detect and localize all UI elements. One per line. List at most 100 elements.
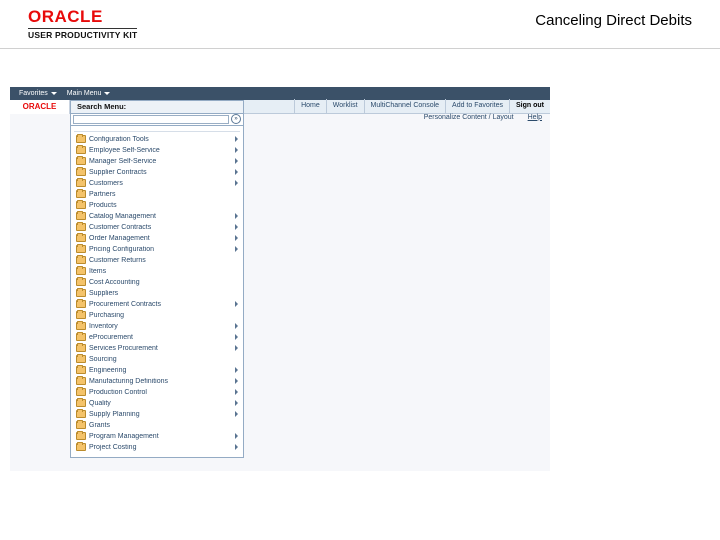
favorites-menu[interactable]: Favorites — [14, 90, 62, 97]
menu-item-label: Supplier Contracts — [89, 169, 232, 176]
folder-icon — [76, 410, 86, 418]
search-menu-label: Search Menu: — [77, 102, 126, 111]
menu-item-label: Project Costing — [89, 444, 232, 451]
submenu-arrow-icon — [235, 378, 238, 384]
submenu-arrow-icon — [235, 367, 238, 373]
menu-divider — [74, 131, 240, 132]
folder-icon — [76, 201, 86, 209]
submenu-arrow-icon — [235, 180, 238, 186]
menu-dropdown-header: Search Menu: — [70, 100, 244, 114]
menu-item[interactable]: Manufacturing Definitions — [74, 376, 240, 387]
menu-item-label: Program Management — [89, 433, 232, 440]
menu-item-label: Suppliers — [89, 290, 238, 297]
menu-search-input[interactable] — [73, 115, 229, 124]
multichannel-link[interactable]: MultiChannel Console — [364, 99, 445, 113]
help-link[interactable]: Help — [528, 114, 542, 121]
menu-item[interactable]: Production Control — [74, 387, 240, 398]
folder-icon — [76, 157, 86, 165]
worklist-link[interactable]: Worklist — [326, 99, 364, 113]
submenu-arrow-icon — [235, 235, 238, 241]
menu-item-label: eProcurement — [89, 334, 232, 341]
menu-item-label: Products — [89, 202, 238, 209]
menu-item[interactable]: Sourcing — [74, 354, 240, 365]
menu-item[interactable]: Supplier Contracts — [74, 167, 240, 178]
submenu-arrow-icon — [235, 323, 238, 329]
menu-item[interactable]: Products — [74, 200, 240, 211]
folder-icon — [76, 366, 86, 374]
main-menu[interactable]: Main Menu — [62, 90, 116, 97]
app-topbar: Favorites Main Menu — [10, 87, 550, 100]
submenu-arrow-icon — [235, 301, 238, 307]
folder-icon — [76, 355, 86, 363]
menu-item[interactable]: Customers — [74, 178, 240, 189]
add-favorites-link[interactable]: Add to Favorites — [445, 99, 509, 113]
submenu-arrow-icon — [235, 345, 238, 351]
folder-icon — [76, 300, 86, 308]
menu-item[interactable]: Cost Accounting — [74, 277, 240, 288]
menu-item[interactable]: Partners — [74, 189, 240, 200]
menu-item-label: Customer Contracts — [89, 224, 232, 231]
menu-item[interactable]: Inventory — [74, 321, 240, 332]
menu-item[interactable]: Services Procurement — [74, 343, 240, 354]
menu-item-label: Employee Self-Service — [89, 147, 232, 154]
menu-item-label: Configuration Tools — [89, 136, 232, 143]
folder-icon — [76, 289, 86, 297]
menu-item[interactable]: Employee Self-Service — [74, 145, 240, 156]
folder-icon — [76, 234, 86, 242]
menu-item-label: Partners — [89, 191, 238, 198]
menu-item[interactable]: Order Management — [74, 233, 240, 244]
main-menu-panel: Configuration Tools Employee Self-Servic… — [70, 126, 244, 458]
menu-item-label: Sourcing — [89, 356, 238, 363]
caret-down-icon — [51, 92, 57, 95]
personalize-link[interactable]: Personalize Content / Layout — [424, 114, 514, 121]
main-menu-label: Main Menu — [67, 90, 102, 97]
menu-search-row: » — [70, 114, 244, 126]
menu-item[interactable]: Procurement Contracts — [74, 299, 240, 310]
menu-item-label: Customer Returns — [89, 257, 238, 264]
menu-search-go-button[interactable]: » — [231, 114, 241, 124]
folder-icon — [76, 443, 86, 451]
submenu-arrow-icon — [235, 389, 238, 395]
top-toolbar: Home Worklist MultiChannel Console Add t… — [244, 100, 550, 114]
menu-item[interactable]: Customer Returns — [74, 255, 240, 266]
folder-icon — [76, 333, 86, 341]
product-label: USER PRODUCTIVITY KIT — [28, 28, 137, 40]
submenu-arrow-icon — [235, 213, 238, 219]
menu-item[interactable]: Program Management — [74, 431, 240, 442]
menu-item-label: Production Control — [89, 389, 232, 396]
menu-item[interactable]: eProcurement — [74, 332, 240, 343]
menu-item[interactable]: Configuration Tools — [74, 134, 240, 145]
folder-icon — [76, 267, 86, 275]
folder-icon — [76, 344, 86, 352]
menu-item[interactable]: Customer Contracts — [74, 222, 240, 233]
menu-item-label: Cost Accounting — [89, 279, 238, 286]
menu-item[interactable]: Catalog Management — [74, 211, 240, 222]
favorites-label: Favorites — [19, 90, 48, 97]
menu-item[interactable]: Engineering — [74, 365, 240, 376]
page-title: Canceling Direct Debits — [535, 8, 692, 29]
folder-icon — [76, 388, 86, 396]
menu-item[interactable]: Items — [74, 266, 240, 277]
menu-item[interactable]: Quality — [74, 398, 240, 409]
folder-icon — [76, 311, 86, 319]
menu-item-label: Manager Self-Service — [89, 158, 232, 165]
menu-item-label: Engineering — [89, 367, 232, 374]
home-link[interactable]: Home — [294, 99, 326, 113]
menu-item[interactable]: Supply Planning — [74, 409, 240, 420]
page-header: ORACLE USER PRODUCTIVITY KIT Canceling D… — [0, 0, 720, 49]
menu-item[interactable]: Purchasing — [74, 310, 240, 321]
sign-out-link[interactable]: Sign out — [509, 99, 550, 113]
app-logo: ORACLE — [10, 100, 70, 114]
menu-item[interactable]: Suppliers — [74, 288, 240, 299]
menu-item[interactable]: Manager Self-Service — [74, 156, 240, 167]
folder-icon — [76, 212, 86, 220]
menu-item-label: Customers — [89, 180, 232, 187]
app-subrow: ORACLE Search Menu: Home Worklist MultiC… — [10, 100, 550, 114]
personalize-row: Personalize Content / Layout Help — [250, 114, 542, 121]
menu-item[interactable]: Pricing Configuration — [74, 244, 240, 255]
submenu-arrow-icon — [235, 433, 238, 439]
menu-item-label: Items — [89, 268, 238, 275]
menu-item[interactable]: Project Costing — [74, 442, 240, 453]
menu-item[interactable]: Grants — [74, 420, 240, 431]
brand-wordmark: ORACLE — [28, 8, 137, 26]
